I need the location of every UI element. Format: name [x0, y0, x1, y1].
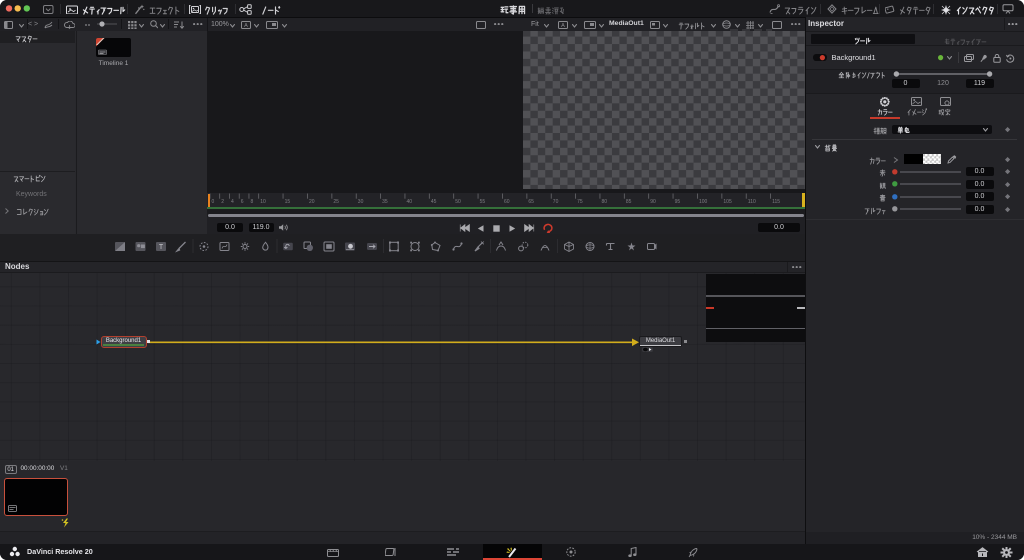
svg-text:65: 65: [528, 199, 534, 205]
svg-text:0: 0: [212, 199, 215, 205]
svg-text:10: 10: [260, 199, 266, 205]
svg-text:50: 50: [455, 199, 461, 205]
svg-text:95: 95: [675, 199, 681, 205]
svg-text:T: T: [159, 244, 164, 251]
svg-text:15: 15: [285, 199, 291, 205]
svg-text:105: 105: [723, 199, 732, 205]
svg-text:20: 20: [309, 199, 315, 205]
svg-text:A: A: [561, 23, 565, 29]
svg-text:2: 2: [221, 199, 224, 205]
svg-text:60: 60: [504, 199, 510, 205]
svg-text:6: 6: [241, 199, 244, 205]
svg-text:80: 80: [602, 199, 608, 205]
svg-text:35: 35: [382, 199, 388, 205]
svg-text:30: 30: [358, 199, 364, 205]
svg-text:70: 70: [553, 199, 559, 205]
svg-text:25: 25: [333, 199, 339, 205]
svg-text:115: 115: [772, 199, 780, 205]
svg-text:90: 90: [650, 199, 656, 205]
svg-text:110: 110: [748, 199, 756, 205]
svg-text:40: 40: [407, 199, 413, 205]
svg-text:55: 55: [480, 199, 486, 205]
svg-text:8: 8: [251, 199, 254, 205]
svg-text:4: 4: [231, 199, 234, 205]
svg-text:A: A: [244, 23, 248, 29]
svg-text:45: 45: [431, 199, 437, 205]
svg-text:75: 75: [577, 199, 583, 205]
svg-text:100: 100: [699, 199, 708, 205]
svg-text:85: 85: [626, 199, 632, 205]
